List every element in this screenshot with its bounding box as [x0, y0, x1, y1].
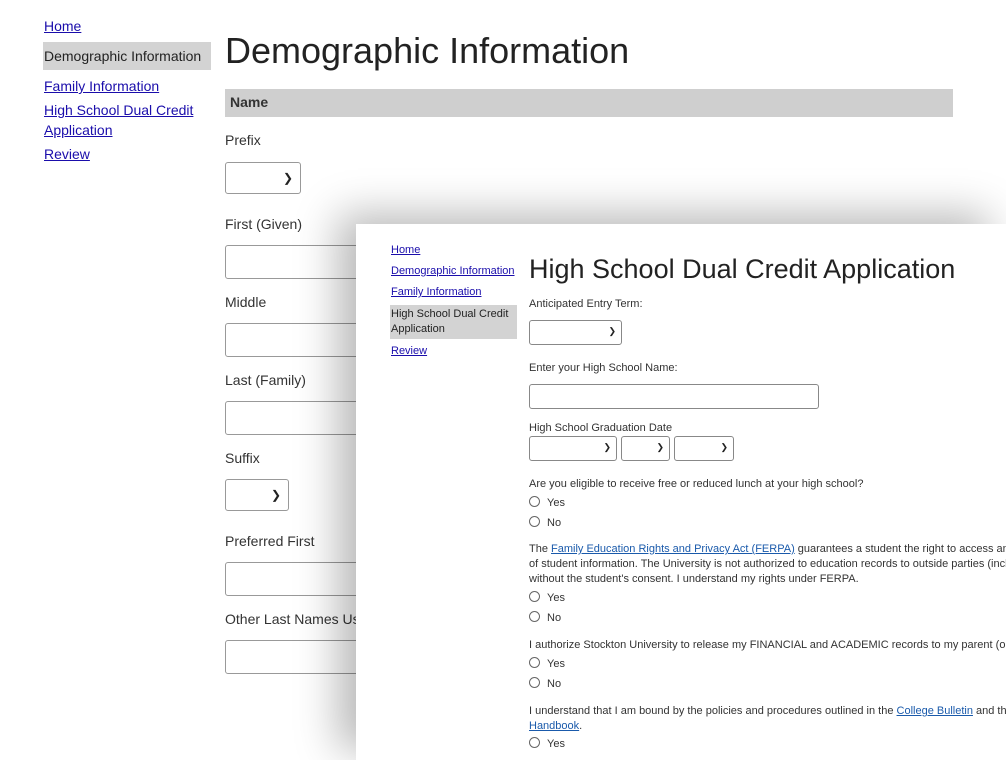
- radio-circle-icon: [529, 737, 540, 748]
- radio-label: Yes: [547, 497, 565, 509]
- authorize-no-radio[interactable]: No: [529, 677, 561, 690]
- high-school-name-label: Enter your High School Name:: [529, 362, 678, 374]
- entry-term-label: Anticipated Entry Term:: [529, 298, 643, 310]
- policies-text: .: [579, 720, 583, 732]
- suffix-select[interactable]: ❯: [225, 479, 289, 511]
- ferpa-text: guarantees a student the right to access…: [794, 543, 1006, 555]
- chevron-down-icon: ❯: [608, 326, 616, 336]
- high-school-name-input[interactable]: [529, 384, 819, 409]
- back-nav-home[interactable]: Home: [43, 14, 211, 38]
- college-bulletin-link[interactable]: College Bulletin: [897, 705, 973, 717]
- free-lunch-yes-radio[interactable]: Yes: [529, 496, 565, 509]
- authorize-yes-radio[interactable]: Yes: [529, 657, 565, 670]
- middle-name-label: Middle: [225, 294, 267, 310]
- chevron-down-icon: ❯: [656, 442, 664, 452]
- dual-credit-overlay-page: Home Demographic Information Family Info…: [356, 224, 1006, 760]
- ferpa-statement: The Family Education Rights and Privacy …: [529, 542, 1006, 587]
- radio-label: Yes: [547, 658, 565, 670]
- authorize-release-question: I authorize Stockton University to relea…: [529, 639, 1006, 651]
- front-nav-family[interactable]: Family Information: [390, 282, 517, 303]
- ferpa-yes-radio[interactable]: Yes: [529, 591, 565, 604]
- back-page-title: Demographic Information: [225, 30, 630, 71]
- chevron-down-icon: ❯: [603, 442, 611, 452]
- ferpa-no-radio[interactable]: No: [529, 611, 561, 624]
- ferpa-text: of student information. The University i…: [529, 558, 1006, 570]
- front-nav-demographic[interactable]: Demographic Information: [390, 261, 517, 282]
- radio-circle-icon: [529, 657, 540, 668]
- policies-statement: I understand that I am bound by the poli…: [529, 704, 1006, 734]
- radio-circle-icon: [529, 591, 540, 602]
- radio-label: Yes: [547, 738, 565, 750]
- chevron-down-icon: ❯: [720, 442, 728, 452]
- back-nav-demographic[interactable]: Demographic Information: [43, 42, 211, 70]
- radio-label: No: [547, 612, 562, 624]
- entry-term-select[interactable]: ❯: [529, 320, 622, 345]
- front-sidebar-nav: Home Demographic Information Family Info…: [390, 240, 517, 362]
- graduation-day-select[interactable]: ❯: [621, 436, 670, 461]
- policies-text: I understand that I am bound by the poli…: [529, 705, 897, 717]
- radio-circle-icon: [529, 516, 540, 527]
- front-nav-home[interactable]: Home: [390, 240, 517, 261]
- ferpa-link[interactable]: Family Education Rights and Privacy Act …: [551, 543, 795, 555]
- front-nav-review[interactable]: Review: [390, 341, 517, 362]
- graduation-date-label: High School Graduation Date: [529, 422, 673, 434]
- radio-circle-icon: [529, 496, 540, 507]
- radio-label: Yes: [547, 592, 565, 604]
- front-nav-dual-credit[interactable]: High School Dual Credit Application: [390, 305, 517, 339]
- radio-circle-icon: [529, 677, 540, 688]
- radio-circle-icon: [529, 611, 540, 622]
- chevron-down-icon: ❯: [282, 171, 293, 185]
- policies-yes-radio[interactable]: Yes: [529, 737, 565, 750]
- policies-text: and the: [976, 705, 1006, 717]
- free-lunch-question: Are you eligible to receive free or redu…: [529, 478, 864, 490]
- back-sidebar-nav: Home Demographic Information Family Info…: [43, 14, 211, 166]
- radio-label: No: [547, 517, 562, 529]
- name-section-label: Name: [230, 94, 269, 110]
- chevron-down-icon: ❯: [270, 488, 281, 502]
- preferred-first-label: Preferred First: [225, 533, 315, 549]
- front-page-title: High School Dual Credit Application: [529, 254, 956, 284]
- student-handbook-link-cont[interactable]: Handbook: [529, 720, 579, 732]
- graduation-year-select[interactable]: ❯: [674, 436, 734, 461]
- last-name-label: Last (Family): [225, 372, 306, 388]
- prefix-select[interactable]: ❯: [225, 162, 301, 194]
- suffix-label: Suffix: [225, 450, 260, 466]
- back-nav-family[interactable]: Family Information: [43, 74, 211, 98]
- first-name-label: First (Given): [225, 216, 302, 232]
- radio-label: No: [547, 678, 562, 690]
- ferpa-text: The: [529, 543, 552, 555]
- prefix-label: Prefix: [225, 132, 261, 148]
- back-nav-review[interactable]: Review: [43, 142, 211, 166]
- back-nav-dual-credit[interactable]: High School Dual Credit Application: [43, 98, 211, 142]
- graduation-month-select[interactable]: ❯: [529, 436, 617, 461]
- name-section-header: Name: [225, 89, 953, 117]
- other-last-names-label: Other Last Names Us: [225, 611, 360, 627]
- free-lunch-no-radio[interactable]: No: [529, 516, 561, 529]
- ferpa-text: without the student's consent. I underst…: [529, 573, 859, 585]
